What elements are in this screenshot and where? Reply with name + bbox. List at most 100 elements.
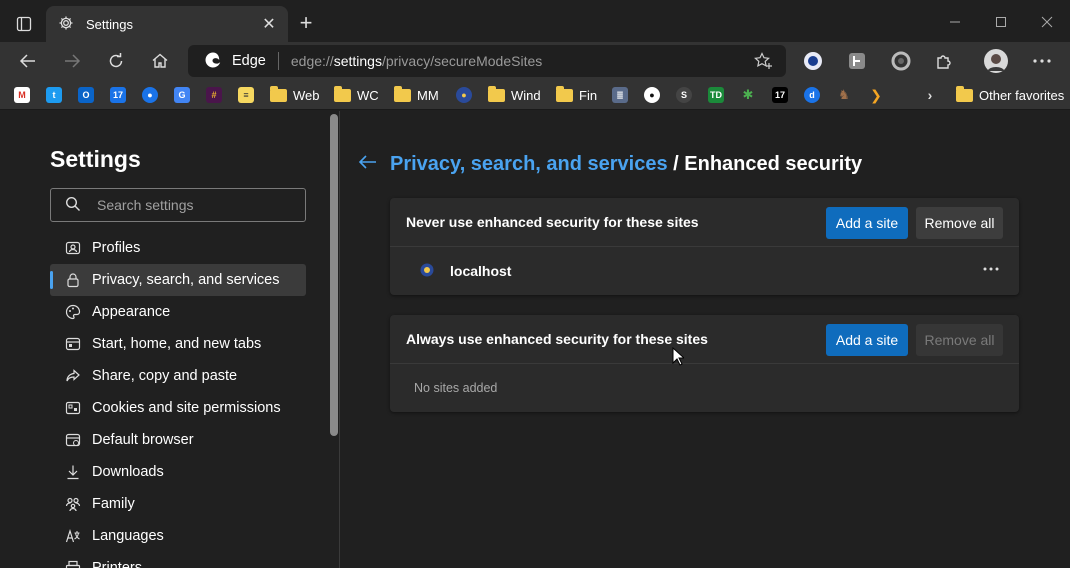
sidebar-item-default-browser[interactable]: Default browser	[50, 424, 306, 456]
back-arrow-icon[interactable]	[357, 151, 379, 173]
profile-icon	[64, 239, 82, 257]
sidebar-scrollbar[interactable]	[330, 114, 338, 436]
tab-actions-icon[interactable]	[10, 10, 38, 38]
empty-row: No sites added	[390, 364, 1019, 412]
maximize-button[interactable]	[978, 8, 1024, 36]
main-panel: Privacy, search, and services / Enhanced…	[341, 111, 1070, 568]
sidebar-item-profiles[interactable]: Profiles	[50, 232, 306, 264]
folder-icon	[488, 85, 505, 102]
never-remove-all-button[interactable]: Remove all	[916, 207, 1003, 239]
favorite-folder-wind[interactable]: Wind	[488, 84, 541, 106]
url-path: /privacy/secureModeSites	[381, 53, 543, 69]
never-enhanced-header: Never use enhanced security for these si…	[390, 198, 1019, 247]
sidebar-item-share[interactable]: Share, copy and paste	[50, 360, 306, 392]
badge-icon[interactable]: ●	[456, 84, 472, 106]
always-remove-all-button[interactable]: Remove all	[916, 324, 1003, 356]
browser-toolbar: Edge edge://settings/privacy/secureModeS…	[0, 42, 1070, 80]
more-favorites-chevron-icon[interactable]: ›	[922, 84, 938, 106]
forward-button[interactable]	[56, 46, 88, 76]
folder-icon	[556, 85, 573, 102]
favorite-folder-wc[interactable]: WC	[334, 84, 379, 106]
extension-1-icon[interactable]	[799, 47, 827, 75]
close-window-button[interactable]	[1024, 8, 1070, 36]
leaf-icon[interactable]: ✱	[740, 84, 756, 106]
address-separator	[277, 52, 279, 70]
add-favorite-icon[interactable]	[754, 52, 774, 70]
settings-title: Settings	[50, 146, 141, 172]
edge-site-info[interactable]: Edge	[188, 45, 266, 77]
share-icon	[64, 367, 82, 385]
profile-avatar[interactable]	[982, 47, 1010, 75]
twitter-icon[interactable]: t	[46, 84, 62, 106]
refresh-button[interactable]	[100, 46, 132, 76]
folder-icon	[394, 85, 411, 102]
td-icon[interactable]: TD	[708, 84, 724, 106]
sidebar-item-privacy[interactable]: Privacy, search, and services	[50, 264, 306, 296]
tradingview-icon[interactable]: 17	[772, 84, 788, 106]
notes-icon[interactable]: ≡	[238, 84, 254, 106]
slack-icon[interactable]: #	[206, 84, 222, 106]
sidebar-item-languages[interactable]: Languages	[50, 520, 306, 552]
translate-icon[interactable]: G	[174, 84, 190, 106]
site-s-icon[interactable]: S	[676, 84, 692, 106]
breadcrumb-parent-link[interactable]: Privacy, search, and services	[390, 153, 668, 175]
lock-icon	[64, 271, 82, 289]
language-icon	[64, 527, 82, 545]
favorite-folder-web[interactable]: Web	[270, 84, 320, 106]
chevron-icon[interactable]: ❯	[868, 84, 884, 106]
always-enhanced-card: Always use enhanced security for these s…	[390, 315, 1019, 412]
sidebar-item-printers[interactable]: Printers	[50, 552, 306, 568]
d-icon[interactable]: d	[804, 84, 820, 106]
never-add-site-button[interactable]: Add a site	[826, 207, 908, 239]
sidebar-item-cookies[interactable]: Cookies and site permissions	[50, 392, 306, 424]
settings-sidebar: Settings Search settings Profiles Privac…	[0, 111, 340, 568]
contacts-icon[interactable]: ●	[142, 84, 158, 106]
calendar-icon[interactable]: 17	[110, 84, 126, 106]
search-settings-input[interactable]: Search settings	[50, 188, 306, 222]
favorites-bar: M t O 17 ● G # ≡ Web WC MM ● Wind Fin ≣ …	[0, 80, 1070, 110]
cookies-icon	[64, 399, 82, 417]
close-tab-icon[interactable]: ✕	[260, 15, 278, 33]
extension-3-icon[interactable]	[887, 47, 915, 75]
never-enhanced-card: Never use enhanced security for these si…	[390, 198, 1019, 295]
search-icon	[65, 196, 81, 215]
gmail-icon[interactable]: M	[14, 84, 30, 106]
palette-icon	[64, 303, 82, 321]
github-icon[interactable]: ●	[644, 84, 660, 106]
url-prefix: edge://	[290, 53, 334, 69]
sidebar-item-family[interactable]: Family	[50, 488, 306, 520]
never-enhanced-title: Never use enhanced security for these si…	[406, 214, 699, 230]
sidebar-item-downloads[interactable]: Downloads	[50, 456, 306, 488]
horse-icon[interactable]: ♞	[836, 84, 852, 106]
sidebar-item-start-home[interactable]: Start, home, and new tabs	[50, 328, 306, 360]
more-options-icon[interactable]	[979, 259, 1003, 279]
favorite-folder-other[interactable]: Other favorites	[956, 84, 1064, 106]
breadcrumb-separator: /	[667, 153, 685, 175]
browser-icon	[64, 431, 82, 449]
always-enhanced-header: Always use enhanced security for these s…	[390, 315, 1019, 364]
tab-settings[interactable]: Settings ✕	[46, 6, 288, 42]
url-text[interactable]: edge://settings/privacy/secureModeSites	[291, 53, 542, 69]
more-menu-icon[interactable]	[1028, 47, 1056, 75]
folder-icon	[956, 85, 973, 102]
always-add-site-button[interactable]: Add a site	[826, 324, 908, 356]
home-tabs-icon	[64, 335, 82, 353]
favorite-folder-fin[interactable]: Fin	[556, 84, 597, 106]
home-button[interactable]	[144, 46, 176, 76]
edge-label: Edge	[232, 53, 266, 69]
url-host: settings	[333, 53, 382, 69]
new-tab-button[interactable]: +	[293, 10, 319, 36]
extension-2-icon[interactable]	[843, 47, 871, 75]
printer-icon	[64, 559, 82, 568]
sidebar-item-appearance[interactable]: Appearance	[50, 296, 306, 328]
page-heading: Privacy, search, and services / Enhanced…	[390, 153, 862, 176]
list-icon[interactable]: ≣	[612, 84, 628, 106]
settings-page: Settings Search settings Profiles Privac…	[0, 111, 1070, 568]
back-button[interactable]	[12, 46, 44, 76]
outlook-icon[interactable]: O	[78, 84, 94, 106]
address-bar[interactable]: Edge edge://settings/privacy/secureModeS…	[188, 45, 786, 77]
extensions-icon[interactable]	[931, 47, 959, 75]
favorite-folder-mm[interactable]: MM	[394, 84, 439, 106]
page-title: Enhanced security	[684, 153, 863, 175]
minimize-button[interactable]	[932, 8, 978, 36]
